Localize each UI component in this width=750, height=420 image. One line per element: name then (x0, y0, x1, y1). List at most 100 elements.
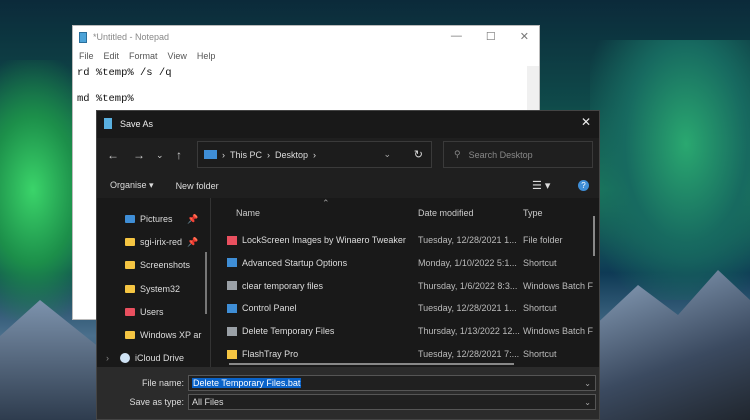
file-date: Thursday, 1/13/2022 12... (418, 326, 520, 336)
file-list: Name ⌃ Date modified Type LockScreen Ima… (215, 198, 599, 370)
file-name: Control Panel (242, 303, 297, 313)
file-row[interactable]: LockScreen Images by Winaero Tweaker Tue… (215, 230, 589, 250)
folder-red-icon (125, 308, 135, 316)
file-icon (227, 281, 237, 290)
file-type: Shortcut (523, 258, 557, 268)
notepad-icon (104, 118, 112, 129)
chevron-down-icon[interactable]: ⌄ (383, 149, 391, 160)
folder-icon (125, 238, 135, 246)
menu-help[interactable]: Help (197, 51, 216, 61)
sidebar-item-icloud-drive[interactable]: ›iCloud Drive (106, 353, 184, 363)
file-date: Tuesday, 12/28/2021 1... (418, 303, 517, 313)
file-date: Monday, 1/10/2022 5:1... (418, 258, 517, 268)
new-folder-button[interactable]: New folder (176, 181, 219, 191)
file-name-value: Delete Temporary Files.bat (192, 378, 301, 388)
navigation-pane: Pictures📌 sgi-irix-red📌 Screenshots Syst… (97, 198, 211, 370)
file-name: FlashTray Pro (242, 349, 298, 359)
sidebar-scrollbar[interactable] (205, 252, 207, 314)
file-type: Shortcut (523, 349, 557, 359)
search-input[interactable]: ⚲ Search Desktop (443, 141, 593, 168)
save-type-select[interactable]: All Files ⌄ (188, 394, 596, 410)
back-icon[interactable]: ← (107, 148, 119, 162)
column-header-name[interactable]: Name (236, 208, 260, 218)
recent-chevron-icon[interactable]: ⌄ (156, 150, 164, 161)
navigation-bar: ← → ⌄ ↑ › This PC› Desktop› ⌄ ↻ ⚲ Search … (97, 138, 599, 174)
horizontal-scrollbar[interactable] (229, 363, 514, 365)
search-icon: ⚲ (454, 149, 461, 160)
column-header-date[interactable]: Date modified (418, 208, 474, 218)
folder-icon (125, 285, 135, 293)
maximize-button[interactable]: ☐ (486, 30, 496, 43)
help-icon[interactable]: ? (578, 180, 589, 191)
breadcrumb-this-pc[interactable]: This PC (230, 150, 262, 160)
file-type: Windows Batch F (523, 281, 593, 291)
up-icon[interactable]: ↑ (176, 148, 182, 162)
save-type-value: All Files (192, 397, 224, 407)
forward-icon[interactable]: → (133, 148, 145, 162)
save-options-panel: File name: Delete Temporary Files.bat ⌄ S… (97, 367, 599, 419)
notepad-icon (79, 32, 87, 43)
sidebar-item-screenshots[interactable]: Screenshots (125, 260, 190, 270)
file-row[interactable]: clear temporary files Thursday, 1/6/2022… (215, 276, 589, 296)
sidebar-item-pictures[interactable]: Pictures📌 (125, 214, 173, 224)
file-type: Shortcut (523, 303, 557, 313)
column-header-type[interactable]: Type (523, 208, 543, 218)
file-row[interactable]: FlashTray Pro Tuesday, 12/28/2021 7:... … (215, 344, 589, 364)
breadcrumb-desktop[interactable]: Desktop (275, 150, 308, 160)
file-date: Tuesday, 12/28/2021 1... (418, 235, 517, 245)
file-type: File folder (523, 235, 563, 245)
file-row[interactable]: Delete Temporary Files Thursday, 1/13/20… (215, 321, 589, 341)
file-name-label: File name: (142, 378, 184, 388)
minimize-button[interactable]: — (451, 30, 462, 43)
search-placeholder: Search Desktop (469, 150, 533, 160)
address-bar[interactable]: › This PC› Desktop› ⌄ ↻ (197, 141, 432, 168)
sort-ascending-icon: ⌃ (322, 198, 330, 209)
file-name: Advanced Startup Options (242, 258, 347, 268)
folder-icon (125, 331, 135, 339)
file-type: Windows Batch F (523, 326, 593, 336)
close-button[interactable]: ✕ (581, 115, 591, 129)
dialog-title: Save As (120, 119, 153, 129)
menu-edit[interactable]: Edit (104, 51, 120, 61)
chevron-down-icon[interactable]: ⌄ (584, 398, 591, 407)
view-options-icon[interactable]: ☰ ▾ (532, 179, 550, 192)
file-date: Thursday, 1/6/2022 8:3... (418, 281, 517, 291)
sidebar-item-users[interactable]: Users (125, 307, 164, 317)
close-button[interactable]: ✕ (520, 30, 529, 43)
file-icon (227, 327, 237, 336)
folder-icon (125, 261, 135, 269)
expand-chevron-icon[interactable]: › (106, 353, 109, 363)
vertical-scrollbar[interactable] (593, 216, 595, 256)
menu-view[interactable]: View (168, 51, 187, 61)
sidebar-item-system32[interactable]: System32 (125, 284, 180, 294)
file-date: Tuesday, 12/28/2021 7:... (418, 349, 519, 359)
file-name-input[interactable]: Delete Temporary Files.bat ⌄ (188, 375, 596, 391)
sidebar-item-windows-xp[interactable]: Windows XP ar (125, 330, 201, 340)
refresh-icon[interactable]: ↻ (414, 148, 423, 161)
file-name: clear temporary files (242, 281, 323, 291)
text-editor[interactable]: rd %temp% /s /q md %temp% (73, 64, 539, 109)
organise-button[interactable]: Organise ▾ (110, 180, 154, 191)
window-title: *Untitled - Notepad (93, 32, 169, 42)
file-row[interactable]: Advanced Startup Options Monday, 1/10/20… (215, 253, 589, 273)
toolbar: Organise ▾ New folder ☰ ▾ ? (97, 173, 599, 198)
this-pc-icon (204, 150, 217, 159)
menu-file[interactable]: File (79, 51, 94, 61)
sidebar-item-sgi-irix-red[interactable]: sgi-irix-red📌 (125, 237, 182, 247)
pin-icon: 📌 (187, 214, 198, 225)
aurora-bg-right (590, 40, 750, 300)
save-type-label: Save as type: (129, 397, 184, 407)
menu-format[interactable]: Format (129, 51, 158, 61)
cloud-icon (120, 353, 130, 363)
pictures-icon (125, 215, 135, 223)
pin-icon: 📌 (187, 237, 198, 248)
chevron-down-icon[interactable]: ⌄ (584, 379, 591, 388)
file-name: Delete Temporary Files (242, 326, 334, 336)
file-row[interactable]: Control Panel Tuesday, 12/28/2021 1... S… (215, 298, 589, 318)
file-icon (227, 258, 237, 267)
save-as-dialog: Save As ✕ ← → ⌄ ↑ › This PC› Desktop› ⌄ ↻… (96, 110, 600, 420)
file-icon (227, 350, 237, 359)
file-name: LockScreen Images by Winaero Tweaker (242, 235, 406, 245)
file-icon (227, 304, 237, 313)
menu-bar: File Edit Format View Help (73, 48, 539, 64)
